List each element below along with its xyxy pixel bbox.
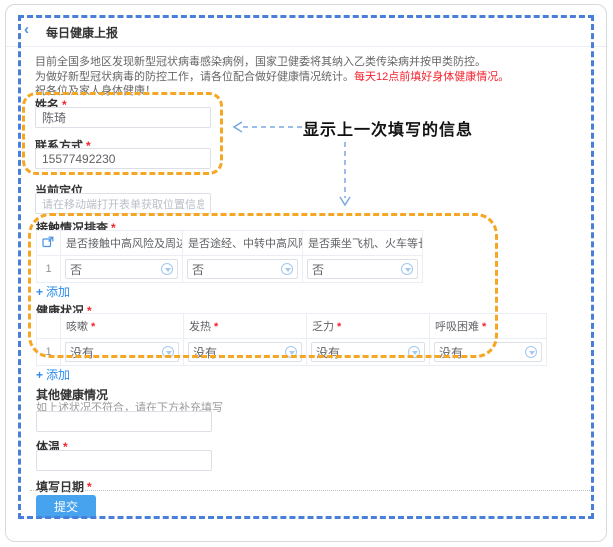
contact-col-header: 是否接触中高风险及周边地区人员 bbox=[61, 231, 183, 256]
health-table: 咳嗽* 发热* 乏力* 呼吸困难* 1 没有 没有 没有 没有 bbox=[36, 313, 547, 366]
health-select-fever[interactable]: 没有 bbox=[188, 342, 302, 362]
name-input[interactable] bbox=[35, 107, 211, 128]
row-index: 1 bbox=[37, 339, 61, 366]
other-health-input[interactable] bbox=[36, 411, 212, 432]
down-dashed-arrow-icon bbox=[338, 140, 352, 208]
health-table-corner-cell bbox=[37, 314, 61, 339]
contact-col-header: 是否乘坐飞机、火车等长途交通... bbox=[303, 231, 423, 256]
table-row: 1 否 否 否 bbox=[37, 256, 423, 283]
submit-button[interactable]: 提交 bbox=[36, 495, 96, 518]
page: ‹ 每日健康上报 目前全国多地区发现新型冠状病毒感染病例，国家卫健委将其纳入乙类… bbox=[0, 0, 613, 547]
annotation-previous-info: 显示上一次填写的信息 bbox=[303, 116, 473, 140]
left-dashed-arrow-icon bbox=[229, 120, 305, 134]
health-col-header: 发热* bbox=[184, 314, 307, 339]
health-table-add-button[interactable]: +添加 bbox=[36, 366, 70, 383]
table-row: 1 没有 没有 没有 没有 bbox=[37, 339, 547, 366]
intro-line-2: 为做好新型冠状病毒的防控工作，请各位配合做好健康情况统计。每天12点前填好身体健… bbox=[35, 70, 575, 85]
health-select-breath[interactable]: 没有 bbox=[434, 342, 542, 362]
page-title: 每日健康上报 bbox=[46, 24, 118, 41]
contact-input[interactable] bbox=[35, 148, 211, 169]
back-chevron-icon[interactable]: ‹ bbox=[24, 21, 29, 38]
health-table-header-row: 咳嗽* 发热* 乏力* 呼吸困难* bbox=[37, 314, 547, 339]
health-col-header: 乏力* bbox=[307, 314, 430, 339]
intro-warning-text: 每天12点前填好身体健康情况。 bbox=[354, 71, 509, 83]
health-col-header: 呼吸困难* bbox=[430, 314, 547, 339]
fill-date-divider bbox=[30, 490, 590, 491]
select-dropdown-icon bbox=[281, 263, 293, 275]
form-header: ‹ 每日健康上报 bbox=[6, 17, 606, 47]
temperature-input[interactable] bbox=[36, 450, 212, 471]
select-dropdown-icon bbox=[401, 263, 413, 275]
plus-icon: + bbox=[36, 368, 43, 382]
intro-text: 目前全国多地区发现新型冠状病毒感染病例，国家卫健委将其纳入乙类传染病并按甲类防控… bbox=[35, 55, 575, 99]
contact-table: 是否接触中高风险及周边地区人员 是否途经、中转中高风险及周边... 是否乘坐飞机… bbox=[36, 230, 423, 283]
select-dropdown-icon bbox=[162, 346, 174, 358]
contact-select-3[interactable]: 否 bbox=[307, 259, 418, 279]
select-dropdown-icon bbox=[408, 346, 420, 358]
select-dropdown-icon bbox=[285, 346, 297, 358]
select-dropdown-icon bbox=[525, 346, 537, 358]
fill-date-label: 填写日期* bbox=[36, 478, 92, 495]
plus-icon: + bbox=[36, 285, 43, 299]
contact-col-header: 是否途经、中转中高风险及周边... bbox=[183, 231, 303, 256]
subform-expand-icon[interactable] bbox=[37, 231, 61, 256]
contact-select-1[interactable]: 否 bbox=[65, 259, 178, 279]
contact-table-header-row: 是否接触中高风险及周边地区人员 是否途经、中转中高风险及周边... 是否乘坐飞机… bbox=[37, 231, 423, 256]
health-select-fatigue[interactable]: 没有 bbox=[311, 342, 425, 362]
intro-line-3: 祝各位及家人身体健康！ bbox=[35, 84, 575, 99]
contact-table-add-button[interactable]: +添加 bbox=[36, 283, 70, 300]
location-input[interactable] bbox=[35, 193, 211, 214]
health-select-cough[interactable]: 没有 bbox=[65, 342, 179, 362]
row-index: 1 bbox=[37, 256, 61, 283]
health-col-header: 咳嗽* bbox=[61, 314, 184, 339]
contact-select-2[interactable]: 否 bbox=[187, 259, 298, 279]
intro-line-1: 目前全国多地区发现新型冠状病毒感染病例，国家卫健委将其纳入乙类传染病并按甲类防控… bbox=[35, 55, 575, 70]
select-dropdown-icon bbox=[161, 263, 173, 275]
